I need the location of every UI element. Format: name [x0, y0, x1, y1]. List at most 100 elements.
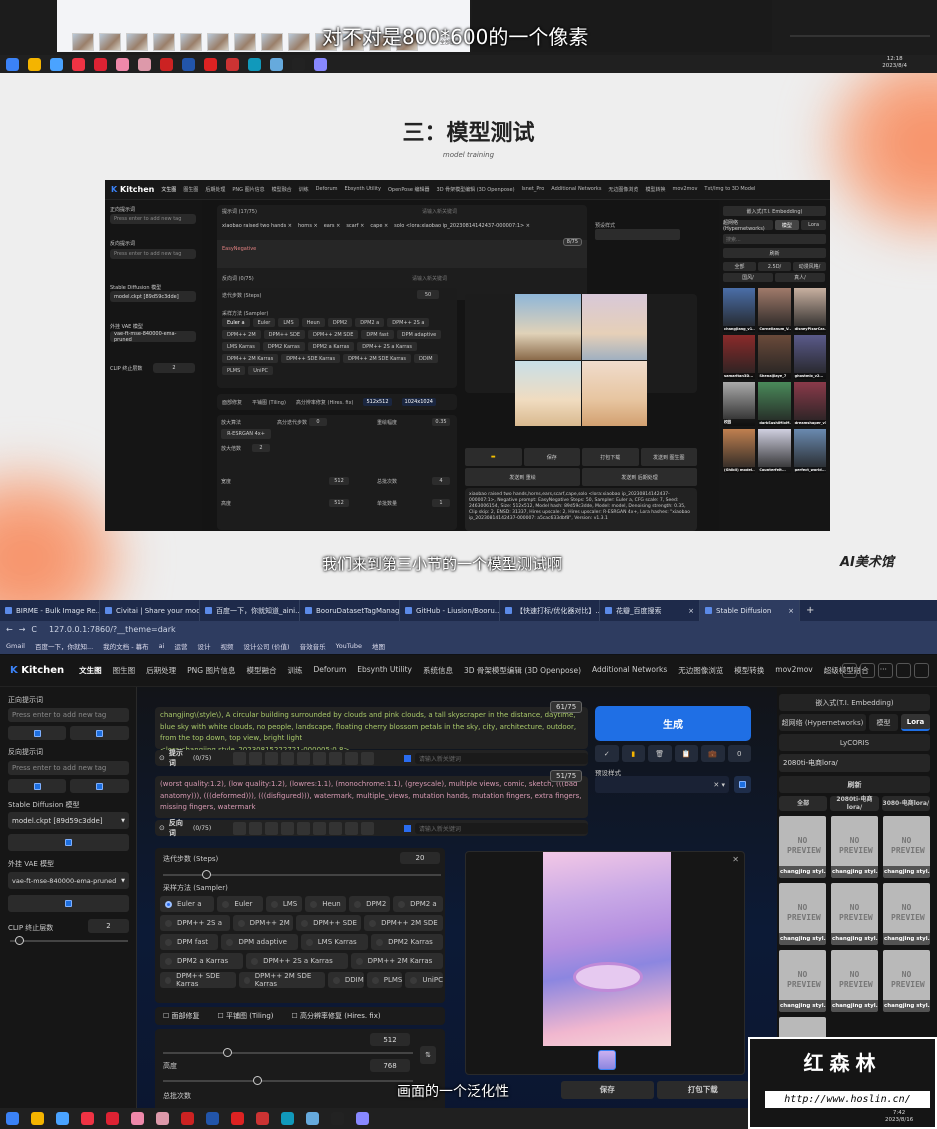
thumbnail[interactable] [99, 33, 121, 51]
nav-item[interactable]: 模型融合 [272, 186, 292, 193]
sampler-option[interactable]: Heun [305, 896, 347, 912]
nav-tab[interactable]: mov2mov [775, 665, 812, 676]
sampler-option[interactable]: DPM++ 2M SDE Karras [343, 354, 412, 363]
open-folder-button[interactable]: ▬ [465, 448, 522, 466]
nav-buttons-icon[interactable]: ←→C [6, 625, 43, 634]
model-select[interactable]: model.ckpt [89d59c3dde] [110, 291, 196, 302]
output-image[interactable] [543, 852, 671, 1046]
steps-slider[interactable] [163, 870, 441, 879]
generate-button[interactable]: 生成 [595, 706, 751, 741]
prompt-tool-button[interactable] [345, 751, 359, 765]
keyword-input[interactable]: 请输入新关键词 [414, 822, 588, 834]
clip-skip-input[interactable]: 2 [88, 919, 129, 933]
save-button[interactable]: 保存 [523, 448, 580, 466]
sd-model-select[interactable]: model.ckpt [89d59c3dde] ▼ [8, 812, 129, 829]
sampler-option[interactable]: DPM++ 2M SDE Karras [238, 972, 325, 988]
tool-button[interactable]: 🗑 [648, 745, 672, 762]
embedding-tab[interactable]: 嵌入式(T.I. Embedding) [779, 694, 930, 711]
bookmark[interactable]: Gmail [6, 642, 25, 650]
refresh-vae-button[interactable] [8, 895, 129, 912]
zip-download-button[interactable]: 打包下载 [656, 1081, 749, 1099]
swap-dimensions-button[interactable]: ⇅ [420, 1046, 436, 1064]
sampler-option[interactable]: DPM2 [349, 896, 391, 912]
close-icon[interactable]: ✕ [732, 855, 739, 864]
batch-size-input[interactable]: 1 [432, 499, 450, 507]
bookmark[interactable]: 音效音乐 [300, 641, 326, 651]
nav-tab[interactable]: 图生图 [113, 665, 136, 676]
sampler-option[interactable]: DPM++ 2M [232, 915, 294, 931]
nav-tab[interactable]: 模型转换 [734, 665, 764, 676]
sampler-option[interactable]: DPM2 Karras [262, 342, 305, 351]
upscaler-select[interactable]: R-ESRGAN 4x+ [221, 429, 271, 439]
height-slider[interactable] [163, 1076, 413, 1085]
sampler-option[interactable]: Euler a [160, 896, 215, 912]
filter-button[interactable]: 2.5D/ [758, 262, 791, 271]
sampler-option[interactable]: DPM++ SDE [296, 915, 362, 931]
taskbar-app-icon[interactable] [256, 1112, 269, 1125]
lora-card[interactable]: NO PREVIEW changjing styl... [831, 816, 878, 878]
vae-select[interactable]: vae-ft-mse-840000-ema-pruned ▼ [8, 872, 129, 889]
nav-item[interactable]: 后期处理 [205, 186, 225, 193]
prompt-textarea[interactable]: changjing\(style\), A circular building … [155, 707, 588, 754]
negative-tag-input[interactable]: Press enter to add new tag [8, 761, 129, 775]
nav-tab[interactable]: Additional Networks [592, 665, 667, 676]
sampler-option[interactable]: DPM++ 2M SDE [308, 330, 359, 339]
face-restore-check[interactable]: 面部修复 [222, 399, 242, 406]
new-tab-button[interactable]: + [806, 605, 814, 616]
network-tab[interactable]: 超网络 (Hypernetworks) [779, 714, 866, 731]
prompt-tag[interactable]: solo <lora:xiaobao ip_20230814142437-000… [394, 223, 530, 229]
nav-item[interactable]: OpenPose 编辑器 [388, 186, 430, 193]
output-image[interactable] [581, 294, 647, 360]
sampler-option[interactable]: DPM2 Karras [371, 934, 443, 950]
output-image[interactable] [515, 294, 581, 360]
batch-count-input[interactable]: 4 [432, 477, 450, 485]
sampler-option[interactable]: PLMS [366, 972, 403, 988]
output-image[interactable] [581, 360, 647, 426]
steps-input[interactable]: 20 [400, 852, 440, 864]
taskbar-app-icon[interactable] [292, 57, 305, 71]
nav-item[interactable]: Additional Networks [551, 186, 601, 193]
nav-item[interactable]: 文生图 [161, 186, 176, 193]
browser-tab[interactable]: 百度一下，你就知道_aini...× [200, 600, 300, 621]
gallery-card[interactable]: dreamshaper_v5... [793, 382, 826, 426]
hires-fix-check[interactable]: 高分辨率修复 (Hires. fix) [296, 399, 354, 406]
hand-icon[interactable] [914, 663, 929, 678]
sampler-option[interactable]: LMS Karras [300, 934, 369, 950]
prompt-tool-button[interactable] [297, 751, 311, 765]
lora-card[interactable]: NO PREVIEW changjing styl... [883, 950, 930, 1012]
sampler-option[interactable]: DPM++ SDE [263, 330, 305, 339]
collapse-icon[interactable]: ⊙ [159, 754, 165, 762]
taskbar-app-icon[interactable] [270, 57, 283, 71]
prompt-tool-button[interactable] [329, 751, 343, 765]
lora-card[interactable]: NO PREVIEW changjing styl... [831, 950, 878, 1012]
gallery-card[interactable]: perfect_world... [793, 429, 826, 473]
tool-button[interactable]: 📋 [674, 745, 698, 762]
sampler-option[interactable]: UniPC [405, 972, 443, 988]
prompt-tool-button[interactable] [313, 821, 327, 835]
search-input[interactable]: 搜索... [723, 234, 826, 244]
keyword-input[interactable]: 请输入新关键词 [414, 752, 588, 764]
hires-steps-input[interactable]: 0 [309, 418, 327, 426]
browser-tab[interactable]: Civitai | Share your mod...× [100, 600, 200, 621]
settings-icon[interactable] [896, 663, 911, 678]
taskbar-app-icon[interactable] [138, 57, 151, 71]
bookmark[interactable]: YouTube [336, 642, 362, 650]
prompt-tag[interactable]: ears × [324, 223, 341, 229]
vae-select[interactable]: vae-ft-mse-840000-ema-pruned [110, 331, 196, 343]
filter-button[interactable]: 2080ti-电商lora/ [830, 796, 879, 811]
preset-select[interactable] [595, 229, 680, 240]
gallery-card[interactable]: darkSushiMixM... [758, 382, 791, 426]
sampler-option[interactable]: DPM++ 2M SDE [364, 915, 443, 931]
bookmark[interactable]: 地图 [372, 641, 385, 651]
thumbnail[interactable] [153, 33, 175, 51]
refresh-button[interactable]: 刷新 [779, 776, 930, 793]
taskbar-app-icon[interactable] [356, 1112, 369, 1125]
prompt-tool-button[interactable] [345, 821, 359, 835]
prompt-tag[interactable]: scarf × [346, 223, 364, 229]
sampler-option[interactable]: Euler [217, 896, 263, 912]
close-tab-icon[interactable]: × [788, 607, 794, 615]
sampler-option[interactable]: Euler a [222, 318, 250, 327]
nav-item[interactable]: Txt/Img to 3D Model [704, 186, 755, 193]
bookmark[interactable]: 设计公司 (价值) [243, 641, 289, 651]
prompt-tool-button[interactable] [313, 751, 327, 765]
